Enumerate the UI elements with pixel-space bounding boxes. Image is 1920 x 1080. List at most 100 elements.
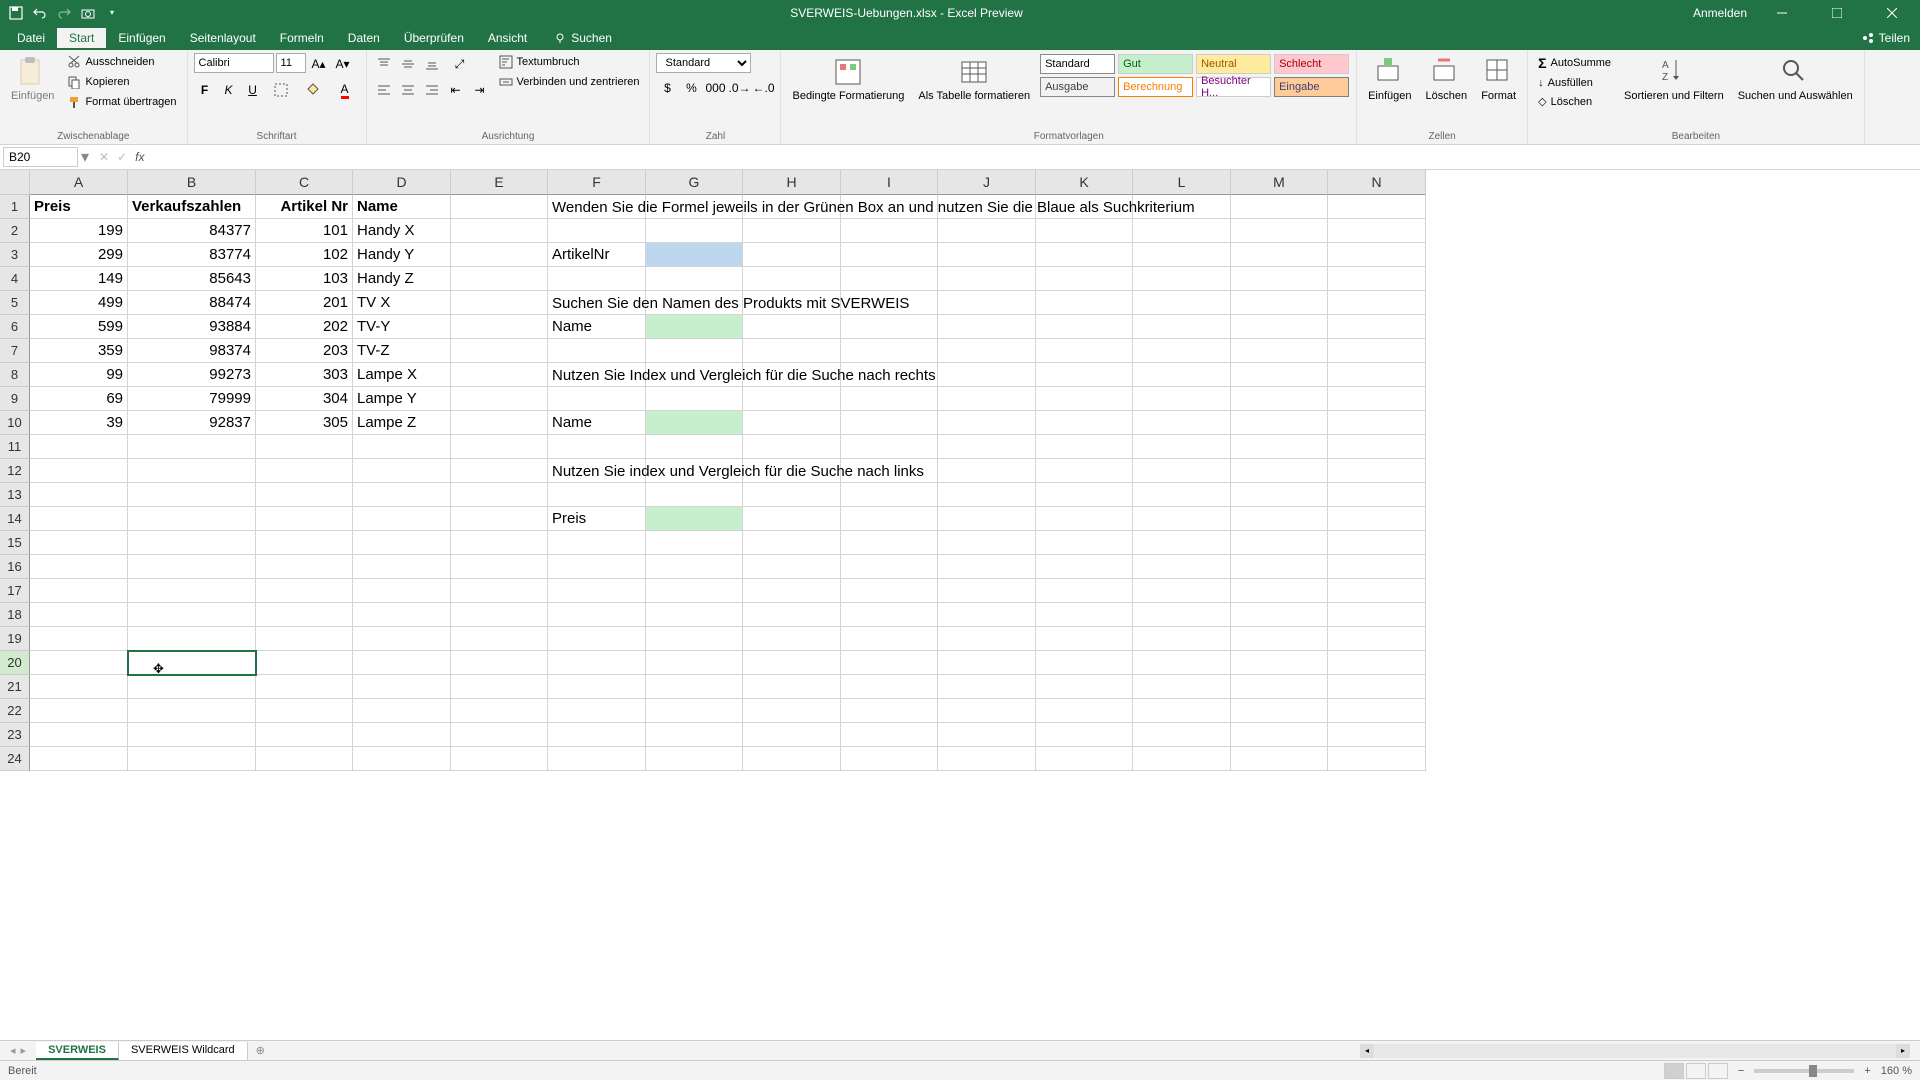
cell-I9[interactable] xyxy=(841,387,938,411)
cell-M13[interactable] xyxy=(1231,483,1328,507)
cell-A5[interactable]: 499 xyxy=(30,291,128,315)
increase-indent-icon[interactable]: ⇥ xyxy=(469,79,491,101)
cell-E22[interactable] xyxy=(451,699,548,723)
cell-B15[interactable] xyxy=(128,531,256,555)
cell-C4[interactable]: 103 xyxy=(256,267,353,291)
cell-I8[interactable] xyxy=(841,363,938,387)
row-header-15[interactable]: 15 xyxy=(0,531,30,555)
cell-H7[interactable] xyxy=(743,339,841,363)
cell-F14[interactable]: Preis xyxy=(548,507,646,531)
cell-N14[interactable] xyxy=(1328,507,1426,531)
cell-E15[interactable] xyxy=(451,531,548,555)
row-header-12[interactable]: 12 xyxy=(0,459,30,483)
cell-F16[interactable] xyxy=(548,555,646,579)
cell-C23[interactable] xyxy=(256,723,353,747)
cell-E3[interactable] xyxy=(451,243,548,267)
cell-style-2[interactable]: Neutral xyxy=(1196,54,1271,74)
cell-L10[interactable] xyxy=(1133,411,1231,435)
cell-K4[interactable] xyxy=(1036,267,1133,291)
cell-N4[interactable] xyxy=(1328,267,1426,291)
cell-M4[interactable] xyxy=(1231,267,1328,291)
column-header-N[interactable]: N xyxy=(1328,170,1426,195)
cell-J7[interactable] xyxy=(938,339,1036,363)
cell-F8[interactable] xyxy=(548,363,646,387)
cell-L22[interactable] xyxy=(1133,699,1231,723)
cell-D20[interactable] xyxy=(353,651,451,675)
row-header-7[interactable]: 7 xyxy=(0,339,30,363)
cell-style-1[interactable]: Gut xyxy=(1118,54,1193,74)
cell-J17[interactable] xyxy=(938,579,1036,603)
cell-N16[interactable] xyxy=(1328,555,1426,579)
cell-M14[interactable] xyxy=(1231,507,1328,531)
cell-C10[interactable]: 305 xyxy=(256,411,353,435)
sheet-nav-first-icon[interactable]: ◂ xyxy=(10,1044,16,1057)
cell-D1[interactable]: Name xyxy=(353,195,451,219)
cell-N11[interactable] xyxy=(1328,435,1426,459)
cell-E18[interactable] xyxy=(451,603,548,627)
sheet-tab-0[interactable]: SVERWEIS xyxy=(36,1042,119,1060)
cell-F19[interactable] xyxy=(548,627,646,651)
zoom-level[interactable]: 160 % xyxy=(1881,1065,1912,1077)
cell-B11[interactable] xyxy=(128,435,256,459)
cell-H5[interactable] xyxy=(743,291,841,315)
cell-I17[interactable] xyxy=(841,579,938,603)
cell-B21[interactable] xyxy=(128,675,256,699)
ribbon-tab-formeln[interactable]: Formeln xyxy=(268,28,336,48)
cell-A3[interactable]: 299 xyxy=(30,243,128,267)
cell-F13[interactable] xyxy=(548,483,646,507)
cell-A19[interactable] xyxy=(30,627,128,651)
sheet-tab-1[interactable]: SVERWEIS Wildcard xyxy=(119,1042,248,1060)
align-center-icon[interactable] xyxy=(397,79,419,101)
cell-A9[interactable]: 69 xyxy=(30,387,128,411)
zoom-out-button[interactable]: − xyxy=(1738,1065,1744,1077)
cell-G23[interactable] xyxy=(646,723,743,747)
cell-K9[interactable] xyxy=(1036,387,1133,411)
cell-B19[interactable] xyxy=(128,627,256,651)
row-header-6[interactable]: 6 xyxy=(0,315,30,339)
column-header-I[interactable]: I xyxy=(841,170,938,195)
cell-J23[interactable] xyxy=(938,723,1036,747)
cell-M2[interactable] xyxy=(1231,219,1328,243)
cell-C14[interactable] xyxy=(256,507,353,531)
minimize-button[interactable] xyxy=(1762,0,1802,25)
column-header-M[interactable]: M xyxy=(1231,170,1328,195)
cell-H13[interactable] xyxy=(743,483,841,507)
cell-N2[interactable] xyxy=(1328,219,1426,243)
cell-I20[interactable] xyxy=(841,651,938,675)
cell-N17[interactable] xyxy=(1328,579,1426,603)
cell-C24[interactable] xyxy=(256,747,353,771)
cell-K7[interactable] xyxy=(1036,339,1133,363)
cell-M8[interactable] xyxy=(1231,363,1328,387)
column-header-K[interactable]: K xyxy=(1036,170,1133,195)
cell-style-6[interactable]: Besuchter H... xyxy=(1196,77,1271,97)
cell-C20[interactable] xyxy=(256,651,353,675)
name-box-dropdown-icon[interactable]: ▾ xyxy=(81,147,91,167)
cell-M5[interactable] xyxy=(1231,291,1328,315)
cell-B8[interactable]: 99273 xyxy=(128,363,256,387)
cell-H4[interactable] xyxy=(743,267,841,291)
cell-H2[interactable] xyxy=(743,219,841,243)
cell-D5[interactable]: TV X xyxy=(353,291,451,315)
cell-D18[interactable] xyxy=(353,603,451,627)
cell-H23[interactable] xyxy=(743,723,841,747)
cell-B23[interactable] xyxy=(128,723,256,747)
cell-N3[interactable] xyxy=(1328,243,1426,267)
cell-K10[interactable] xyxy=(1036,411,1133,435)
cell-F17[interactable] xyxy=(548,579,646,603)
cell-D19[interactable] xyxy=(353,627,451,651)
cell-G17[interactable] xyxy=(646,579,743,603)
format-painter-button[interactable]: Format übertragen xyxy=(63,93,180,111)
cell-C16[interactable] xyxy=(256,555,353,579)
clear-button[interactable]: ◇Löschen xyxy=(1534,93,1615,110)
cell-G15[interactable] xyxy=(646,531,743,555)
cell-A24[interactable] xyxy=(30,747,128,771)
cell-L23[interactable] xyxy=(1133,723,1231,747)
cell-M23[interactable] xyxy=(1231,723,1328,747)
cell-F4[interactable] xyxy=(548,267,646,291)
cell-M18[interactable] xyxy=(1231,603,1328,627)
cell-A1[interactable]: Preis xyxy=(30,195,128,219)
cell-A17[interactable] xyxy=(30,579,128,603)
cell-E1[interactable] xyxy=(451,195,548,219)
cell-G1[interactable] xyxy=(646,195,743,219)
cell-B3[interactable]: 83774 xyxy=(128,243,256,267)
